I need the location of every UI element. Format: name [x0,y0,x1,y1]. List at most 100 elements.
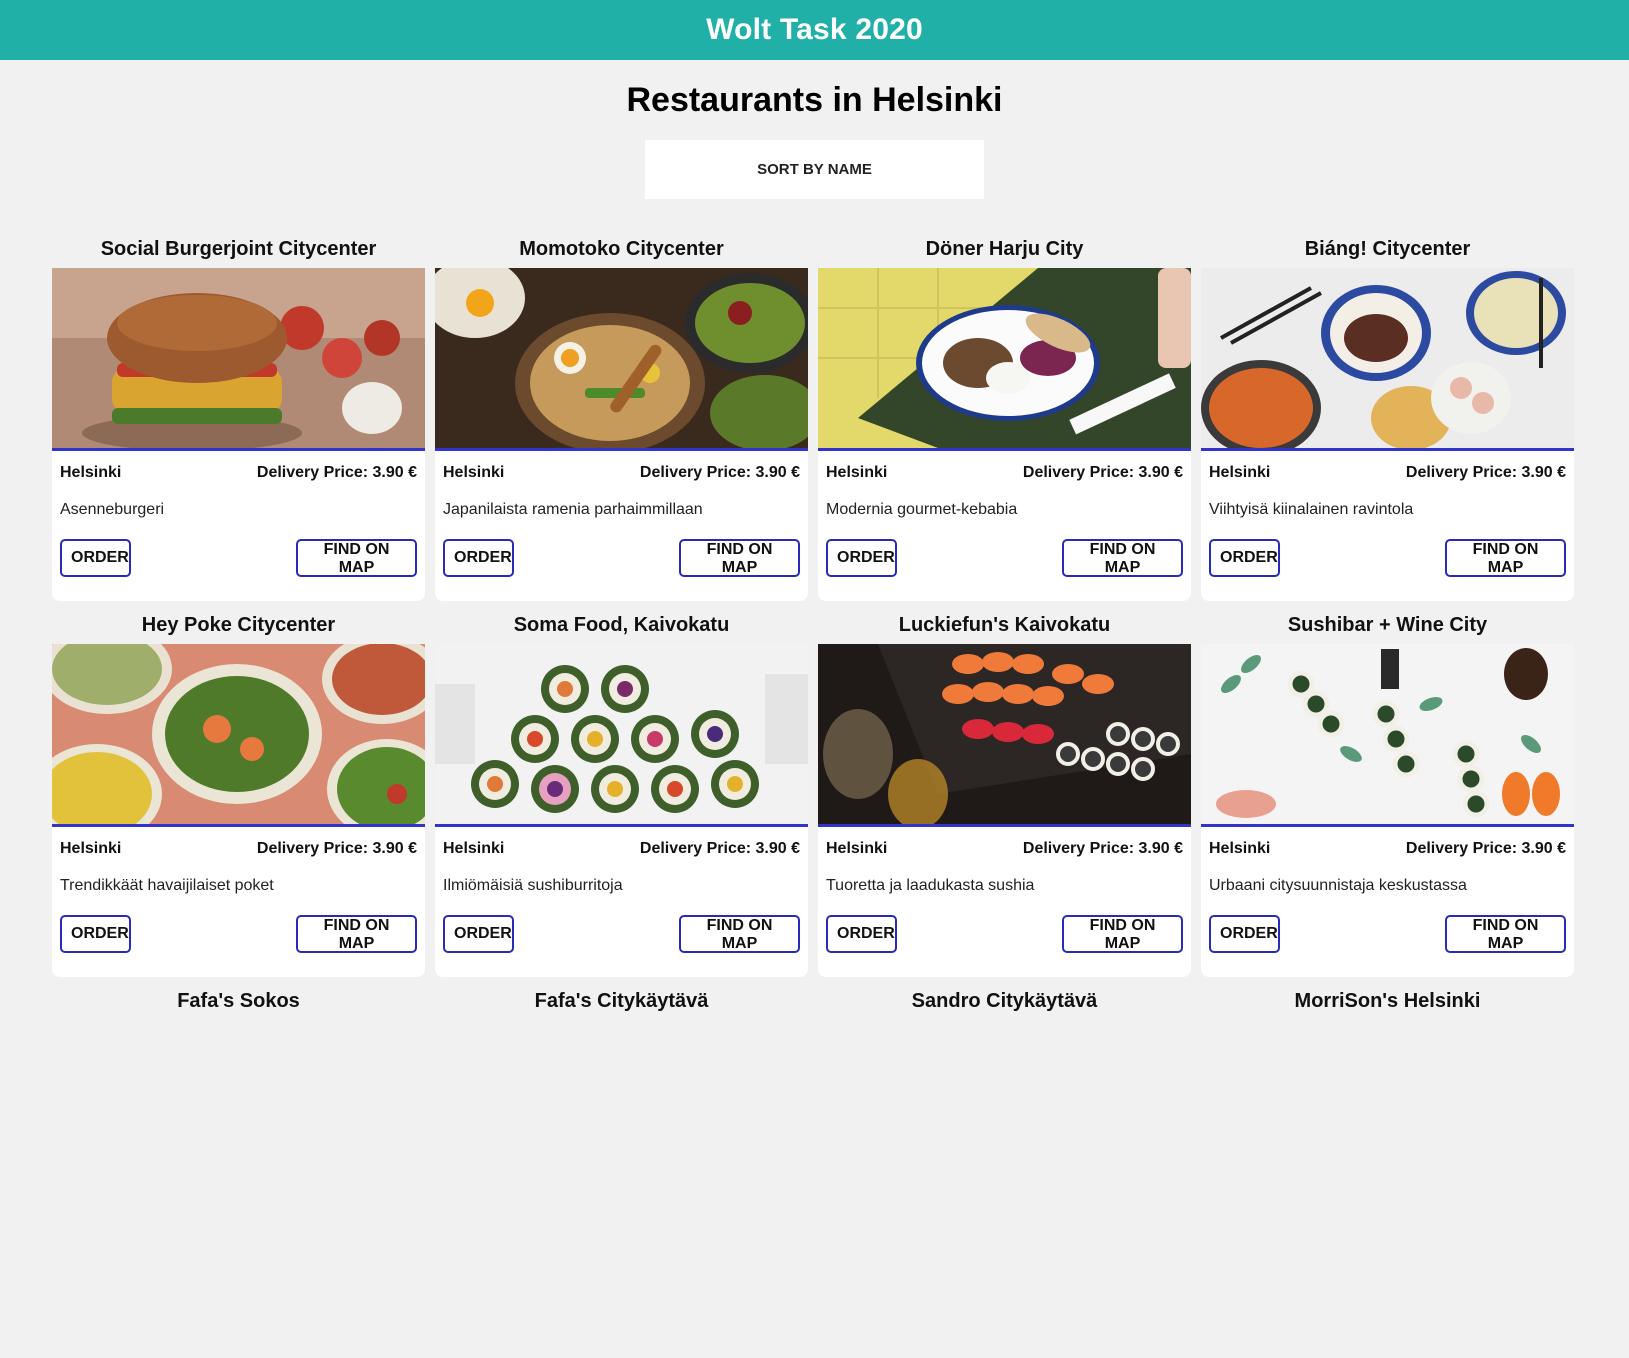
sushi-platter-photo [818,644,1191,827]
order-button[interactable]: ORDER [1209,915,1280,953]
restaurant-card-body: Helsinki Delivery Price: 3.90 € Ilmiömäi… [435,644,808,977]
restaurant-name: Fafa's Sokos [177,990,300,1012]
restaurant-description: Urbaani citysuunnistaja keskustassa [1209,877,1467,894]
restaurant-card: MorriSon's Helsinki [1201,982,1574,1358]
restaurant-name: Soma Food, Kaivokatu [513,614,730,636]
find-on-map-button[interactable]: FIND ON MAP [1445,539,1566,577]
restaurant-city: Helsinki [826,840,888,857]
card-actions: ORDER FIND ON MAP [826,915,1183,953]
restaurant-meta: Helsinki Delivery Price: 3.90 € [1201,840,1574,858]
burger-photo [52,268,425,451]
restaurant-name: Momotoko Citycenter [519,238,724,260]
restaurant-description: Japanilaista ramenia parhaimmillaan [443,501,703,518]
find-on-map-button[interactable]: FIND ON MAP [296,915,417,953]
find-on-map-button[interactable]: FIND ON MAP [1062,915,1183,953]
restaurant-card-body: Helsinki Delivery Price: 3.90 € Trendikk… [52,644,425,977]
restaurant-description: Trendikkäät havaijilaiset poket [60,877,274,894]
restaurant-card: Fafa's Sokos [52,982,425,1358]
card-actions: ORDER FIND ON MAP [443,915,800,953]
restaurant-description: Viihtyisä kiinalainen ravintola [1209,501,1414,518]
find-on-map-button[interactable]: FIND ON MAP [1062,539,1183,577]
delivery-price: Delivery Price: 3.90 € [1022,464,1183,481]
card-actions: ORDER FIND ON MAP [443,539,800,577]
delivery-price: Delivery Price: 3.90 € [1022,840,1183,857]
order-button[interactable]: ORDER [443,915,514,953]
restaurant-meta: Helsinki Delivery Price: 3.90 € [435,464,808,482]
order-button[interactable]: ORDER [826,539,897,577]
restaurant-card: Fafa's Citykäytävä [435,982,808,1358]
restaurant-city: Helsinki [1209,840,1271,857]
restaurant-card: Momotoko Citycenter Helsinki Delivery Pr… [435,230,808,606]
restaurant-card: Hey Poke Citycenter Helsinki Delivery Pr… [52,606,425,982]
delivery-price: Delivery Price: 3.90 € [256,464,417,481]
chinese-dishes-photo [1201,268,1574,451]
restaurant-card-body: Helsinki Delivery Price: 3.90 € Japanila… [435,268,808,601]
app-title: Wolt Task 2020 [706,13,923,46]
restaurant-card-body: Helsinki Delivery Price: 3.90 € Asennebu… [52,268,425,601]
find-on-map-button[interactable]: FIND ON MAP [1445,915,1566,953]
restaurant-name: Sushibar + Wine City [1287,614,1488,636]
find-on-map-button[interactable]: FIND ON MAP [679,539,800,577]
order-button[interactable]: ORDER [1209,539,1280,577]
kebab-plate-photo [818,268,1191,451]
restaurant-description: Modernia gourmet-kebabia [826,501,1018,518]
restaurant-card-body: Helsinki Delivery Price: 3.90 € Viihtyis… [1201,268,1574,601]
sushi-rolls-photo [1201,644,1574,827]
delivery-price: Delivery Price: 3.90 € [639,840,800,857]
restaurant-meta: Helsinki Delivery Price: 3.90 € [435,840,808,858]
restaurant-card: Soma Food, Kaivokatu Helsinki Delivery P… [435,606,808,982]
sort-by-name-button[interactable]: SORT BY NAME [645,140,984,199]
delivery-price: Delivery Price: 3.90 € [1405,840,1566,857]
restaurant-name: Fafa's Citykäytävä [534,990,709,1012]
restaurant-card: Sandro Citykäytävä [818,982,1191,1358]
restaurant-city: Helsinki [443,840,505,857]
restaurant-name: Biáng! Citycenter [1304,238,1471,260]
order-button[interactable]: ORDER [60,539,131,577]
order-button[interactable]: ORDER [60,915,131,953]
order-button[interactable]: ORDER [826,915,897,953]
sort-container: SORT BY NAME [0,140,1629,199]
restaurant-city: Helsinki [826,464,888,481]
restaurant-meta: Helsinki Delivery Price: 3.90 € [1201,464,1574,482]
card-actions: ORDER FIND ON MAP [1209,915,1566,953]
restaurant-city: Helsinki [1209,464,1271,481]
restaurant-card-body: Helsinki Delivery Price: 3.90 € Modernia… [818,268,1191,601]
poke-bowls-photo [52,644,425,827]
restaurant-name: Sandro Citykäytävä [911,990,1098,1012]
order-button[interactable]: ORDER [443,539,514,577]
find-on-map-button[interactable]: FIND ON MAP [679,915,800,953]
restaurant-name: Social Burgerjoint Citycenter [100,238,377,260]
restaurant-name: Luckiefun's Kaivokatu [898,614,1111,636]
restaurant-city: Helsinki [443,464,505,481]
restaurant-description: Asenneburgeri [60,501,165,518]
restaurant-meta: Helsinki Delivery Price: 3.90 € [818,840,1191,858]
find-on-map-button[interactable]: FIND ON MAP [296,539,417,577]
restaurant-name: Hey Poke Citycenter [141,614,336,636]
restaurant-description: Ilmiömäisiä sushiburritoja [443,877,623,894]
restaurant-meta: Helsinki Delivery Price: 3.90 € [52,840,425,858]
card-actions: ORDER FIND ON MAP [60,915,417,953]
card-actions: ORDER FIND ON MAP [1209,539,1566,577]
delivery-price: Delivery Price: 3.90 € [256,840,417,857]
restaurant-card: Döner Harju City Helsinki Delivery Price… [818,230,1191,606]
app-header: Wolt Task 2020 [0,0,1629,60]
restaurant-card: Biáng! Citycenter Helsinki Delivery Pric… [1201,230,1574,606]
restaurant-description: Tuoretta ja laadukasta sushia [826,877,1035,894]
restaurant-card: Sushibar + Wine City Helsinki Delivery P… [1201,606,1574,982]
card-actions: ORDER FIND ON MAP [826,539,1183,577]
sushi-burritos-photo [435,644,808,827]
restaurant-meta: Helsinki Delivery Price: 3.90 € [52,464,425,482]
card-actions: ORDER FIND ON MAP [60,539,417,577]
page-title: Restaurants in Helsinki [626,81,1003,119]
ramen-photo [435,268,808,451]
restaurant-name: Döner Harju City [925,238,1084,260]
restaurant-card: Luckiefun's Kaivokatu Helsinki Delivery … [818,606,1191,982]
restaurant-card-body: Helsinki Delivery Price: 3.90 € Tuoretta… [818,644,1191,977]
restaurant-meta: Helsinki Delivery Price: 3.90 € [818,464,1191,482]
restaurant-name: MorriSon's Helsinki [1294,990,1481,1012]
delivery-price: Delivery Price: 3.90 € [1405,464,1566,481]
restaurant-city: Helsinki [60,464,122,481]
restaurant-card-body: Helsinki Delivery Price: 3.90 € Urbaani … [1201,644,1574,977]
restaurant-grid: Social Burgerjoint Citycenter Helsinki D… [52,230,1574,1358]
restaurant-city: Helsinki [60,840,122,857]
